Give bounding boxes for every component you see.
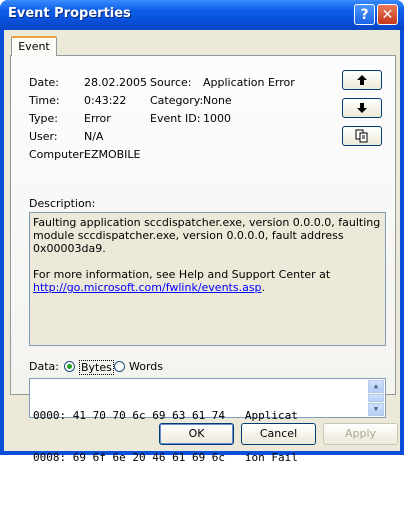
copy-icon [355, 129, 368, 143]
ok-button[interactable]: OK [159, 423, 234, 445]
title-bar: Event Properties ? ✕ [0, 0, 404, 30]
close-button[interactable]: ✕ [377, 4, 398, 25]
time-label: Time: [29, 94, 60, 107]
words-radio-label[interactable]: Words [129, 360, 163, 373]
next-event-button[interactable] [342, 98, 382, 118]
type-value: Error [84, 112, 111, 125]
dialog-client-area: Event Date: 28.02.2005 Time: 0:43:22 Typ… [4, 30, 400, 464]
description-text: Faulting application sccdispatcher.exe, … [33, 216, 381, 255]
data-scrollbar[interactable]: ▲ ▼ [368, 380, 384, 416]
scroll-down-button[interactable]: ▼ [368, 403, 384, 416]
source-label: Source: [150, 76, 192, 89]
previous-event-button[interactable] [342, 70, 382, 90]
cancel-button[interactable]: Cancel [241, 423, 316, 445]
time-value: 0:43:22 [84, 94, 127, 107]
event-properties-window: Event Properties ? ✕ Event Date: 28.02.2… [0, 0, 404, 464]
scroll-thumb[interactable] [368, 394, 384, 402]
bytes-radio[interactable] [64, 361, 75, 372]
description-box: Faulting application sccdispatcher.exe, … [29, 212, 386, 346]
link-suffix: . [261, 281, 266, 294]
category-label: Category: [150, 94, 204, 107]
hex-row: 0008: 69 6f 6e 20 46 61 69 6c ion Fail [33, 451, 298, 464]
computer-label: Computer: [29, 148, 88, 161]
description-label: Description: [29, 197, 96, 210]
window-title: Event Properties [8, 6, 131, 21]
tab-event[interactable]: Event [11, 36, 57, 56]
category-value: None [203, 94, 232, 107]
data-label: Data: [29, 360, 59, 373]
description-help-text: For more information, see Help and Suppo… [33, 268, 331, 281]
date-label: Date: [29, 76, 59, 89]
user-value: N/A [84, 130, 104, 143]
help-link[interactable]: http://go.microsoft.com/fwlink/events.as… [33, 281, 262, 294]
copy-event-button[interactable] [342, 126, 382, 146]
event-tab-panel: Date: 28.02.2005 Time: 0:43:22 Type: Err… [10, 55, 396, 464]
data-hex-box[interactable]: 0000: 41 70 70 6c 69 63 61 74 Applicat 0… [29, 378, 386, 464]
source-value: Application Error [203, 76, 295, 89]
computer-value: EZMOBILE [84, 148, 141, 161]
eventid-value: 1000 [203, 112, 231, 125]
eventid-label: Event ID: [150, 112, 201, 125]
words-radio[interactable] [114, 361, 125, 372]
help-button[interactable]: ? [354, 4, 375, 25]
scroll-up-button[interactable]: ▲ [368, 380, 384, 393]
bytes-radio-label[interactable]: Bytes [79, 360, 114, 375]
arrow-down-icon [357, 103, 367, 113]
arrow-up-icon [357, 75, 367, 85]
hex-row: 0000: 41 70 70 6c 69 63 61 74 Applicat [33, 409, 298, 422]
user-label: User: [29, 130, 58, 143]
apply-button[interactable]: Apply [323, 423, 398, 445]
date-value: 28.02.2005 [84, 76, 147, 89]
type-label: Type: [29, 112, 58, 125]
